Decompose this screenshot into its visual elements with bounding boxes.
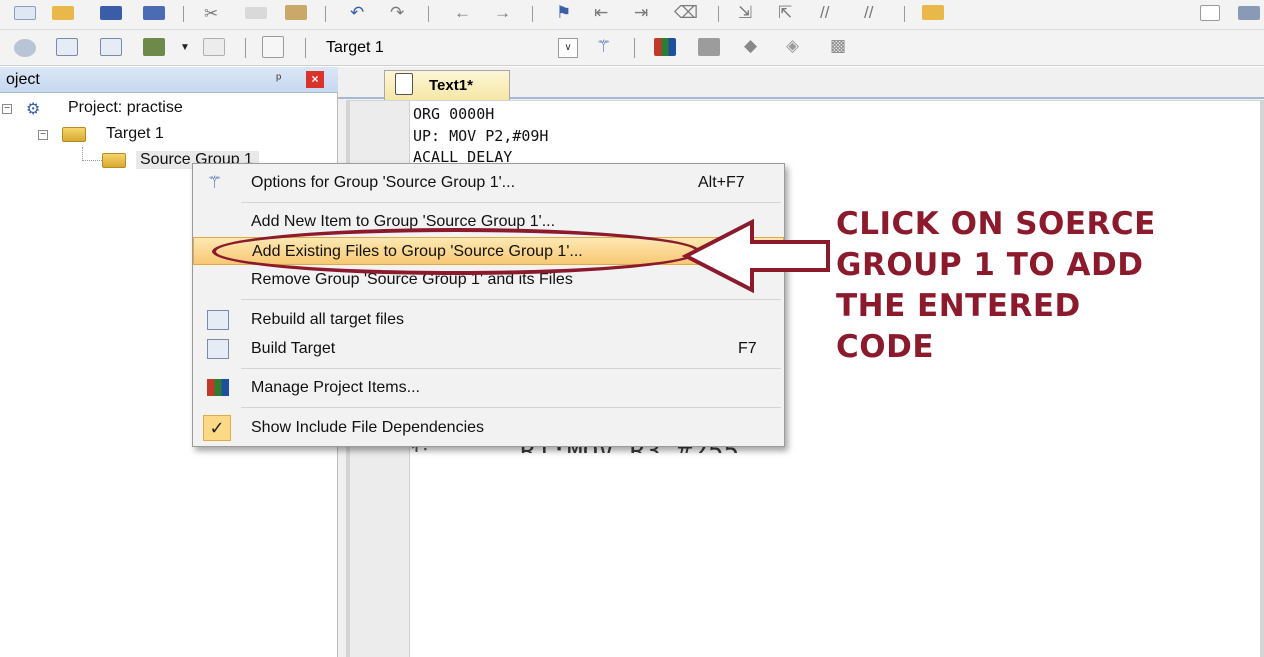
menu-separator — [241, 202, 781, 203]
target-selector-label: Target 1 — [326, 39, 384, 56]
software-packs-icon[interactable]: ▩ — [830, 37, 846, 55]
menu-item-rebuild-all[interactable]: Rebuild all target files — [193, 306, 784, 334]
save-all-icon[interactable] — [143, 6, 165, 20]
save-icon[interactable] — [100, 6, 122, 20]
project-pane-title: oject — [6, 71, 40, 88]
rebuild-icon — [207, 310, 229, 330]
cut-icon[interactable]: ✂ — [204, 5, 218, 23]
comment-icon[interactable]: // — [820, 4, 829, 22]
uncomment-icon[interactable]: // — [864, 4, 873, 22]
next-bookmark-icon[interactable]: ⇥ — [634, 4, 648, 22]
nav-back-icon[interactable]: ← — [454, 4, 471, 22]
project-pane-header: oject ᵖ × — [0, 67, 338, 93]
menu-item-label: Options for Group 'Source Group 1'... — [251, 174, 516, 191]
toolbar-separator — [325, 6, 326, 22]
tree-connector — [82, 147, 102, 161]
pin-icon[interactable]: ᵖ — [276, 70, 281, 86]
menu-separator — [241, 368, 781, 369]
main-toolbar: ✂ ↶ ↷ ← → ⚑ ⇤ ⇥ ⌫ ⇲ ⇱ // // — [0, 0, 1264, 30]
prev-bookmark-icon[interactable]: ⇤ — [594, 4, 608, 22]
unindent-icon[interactable]: ⇱ — [778, 4, 792, 22]
group-folder-icon — [102, 153, 126, 168]
toolbar-separator — [428, 6, 429, 22]
collapse-project-icon[interactable]: − — [2, 104, 12, 114]
menu-item-label: Show Include File Dependencies — [251, 419, 485, 436]
annotation-text: CLICK ON SOERCE GROUP 1 TO ADD THE ENTER… — [836, 204, 1246, 368]
toolbar-separator — [904, 6, 905, 22]
undo-icon[interactable]: ↶ — [350, 4, 364, 22]
check-icon: ✓ — [203, 415, 231, 441]
menu-item-show-include-deps[interactable]: ✓ Show Include File Dependencies — [193, 414, 784, 442]
download-icon[interactable] — [262, 36, 284, 58]
tree-item-project[interactable]: Project: practise — [68, 99, 183, 117]
batch-dropdown-icon[interactable]: ▼ — [180, 39, 190, 57]
find-in-files-icon[interactable] — [922, 5, 944, 20]
highlight-ellipse — [212, 228, 700, 275]
window-icon[interactable] — [1238, 6, 1260, 20]
build-icon — [207, 339, 229, 359]
nav-forward-icon[interactable]: → — [494, 4, 511, 22]
target-options-wand-icon[interactable]: ⚚ — [596, 38, 611, 56]
annotation-line: CODE — [836, 329, 935, 365]
stop-build-icon[interactable] — [203, 38, 225, 56]
manage-project-items-icon[interactable] — [654, 38, 676, 56]
menu-item-shortcut: Alt+F7 — [698, 174, 745, 191]
redo-icon[interactable]: ↷ — [390, 4, 404, 22]
pack-installer-icon[interactable]: ◆ — [744, 37, 757, 55]
chevron-down-icon[interactable]: ∨ — [558, 38, 578, 58]
indent-icon[interactable]: ⇲ — [738, 4, 752, 22]
tab-text1[interactable]: Text1* — [384, 70, 510, 100]
menu-separator — [241, 299, 781, 300]
select-packs-icon[interactable] — [698, 38, 720, 56]
target-folder-icon — [62, 127, 86, 142]
clear-bookmarks-icon[interactable]: ⌫ — [674, 4, 698, 22]
project-root-icon: ⚙ — [26, 101, 41, 118]
annotation-line: THE ENTERED — [836, 288, 1081, 324]
bookmark-icon[interactable]: ⚑ — [556, 4, 571, 22]
tree-item-target[interactable]: Target 1 — [106, 125, 164, 143]
menu-item-options-for-group[interactable]: ⚚ Options for Group 'Source Group 1'... … — [193, 169, 784, 197]
copy-icon[interactable] — [245, 7, 267, 19]
menu-item-manage-project-items[interactable]: Manage Project Items... — [193, 374, 784, 402]
new-file-icon[interactable] — [14, 6, 36, 20]
rebuild-icon[interactable] — [100, 38, 122, 56]
toolbar-separator — [183, 6, 184, 22]
close-icon[interactable]: × — [306, 71, 324, 88]
target-selector[interactable]: Target 1 ∨ — [318, 37, 580, 59]
toolbar-separator — [245, 38, 246, 58]
batch-build-icon[interactable] — [143, 38, 165, 56]
annotation-line: GROUP 1 TO ADD — [836, 247, 1144, 283]
build-icon[interactable] — [56, 38, 78, 56]
translate-icon[interactable] — [14, 39, 36, 57]
dropdown-arrow-icon[interactable] — [1200, 5, 1220, 21]
toolbar-separator — [305, 38, 306, 58]
text-file-icon — [395, 73, 413, 95]
tab-label: Text1* — [429, 77, 473, 94]
wand-icon: ⚚ — [207, 173, 223, 192]
menu-item-label: Manage Project Items... — [251, 379, 420, 396]
menu-item-shortcut: F7 — [738, 340, 757, 357]
menu-item-label: Rebuild all target files — [251, 311, 404, 328]
toolbar-separator — [718, 6, 719, 22]
menu-item-build-target[interactable]: Build Target F7 — [193, 335, 784, 363]
build-toolbar: ▼ Target 1 ∨ ⚚ ◆ ◈ ▩ — [0, 30, 1264, 66]
code-line: ORG 0000H — [413, 105, 495, 123]
code-line: UP: MOV P2,#09H — [413, 127, 549, 145]
toolbar-separator — [532, 6, 533, 22]
annotation-line: CLICK ON SOERCE — [836, 206, 1156, 242]
toolbar-separator — [634, 38, 635, 58]
menu-item-label: Build Target — [251, 340, 336, 357]
open-folder-icon[interactable] — [52, 6, 74, 20]
manage-items-icon — [207, 379, 229, 396]
ide-window: ✂ ↶ ↷ ← → ⚑ ⇤ ⇥ ⌫ ⇲ ⇱ // // ▼ Target 1 ∨… — [0, 0, 1264, 657]
collapse-target-icon[interactable]: − — [38, 130, 48, 140]
menu-separator — [241, 407, 781, 408]
arrow-icon — [682, 218, 830, 294]
run-time-env-icon[interactable]: ◈ — [786, 37, 799, 55]
context-menu: ⚚ Options for Group 'Source Group 1'... … — [192, 163, 785, 447]
paste-icon[interactable] — [285, 5, 307, 20]
